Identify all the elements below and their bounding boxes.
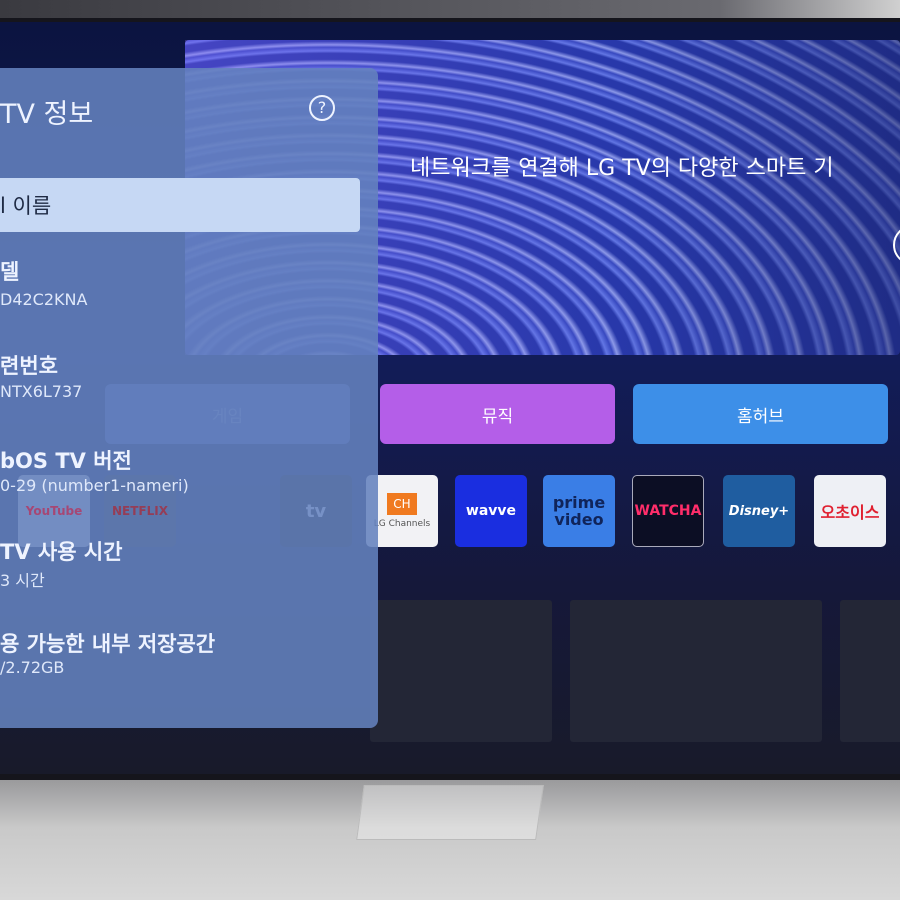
tv-info-panel: TV 정보 ? l 이름 델 D42C2KNA 련번호 NTX6L737 bOS… (0, 68, 378, 728)
youtube-label: YouTube (25, 504, 83, 518)
question-circle-icon[interactable]: ? (309, 95, 335, 121)
model-value: D42C2KNA (0, 290, 88, 309)
category-music[interactable]: 뮤직 (380, 384, 615, 444)
content-card[interactable] (370, 600, 552, 742)
app-prime-video[interactable]: prime video (543, 475, 615, 547)
panel-title: TV 정보 (0, 99, 94, 130)
serial-value: NTX6L737 (0, 382, 83, 401)
storage-label: 용 가능한 내부 저장공간 (0, 632, 216, 656)
netflix-label: NETFLIX (112, 504, 168, 518)
webos-version-value: 0-29 (number1-nameri) (0, 476, 189, 495)
app-watcha[interactable]: WATCHA (632, 475, 704, 547)
app-wavve[interactable]: wavve (455, 475, 527, 547)
tv-name-item[interactable]: l 이름 (0, 178, 360, 232)
content-card[interactable] (570, 600, 822, 742)
app-ochoice[interactable]: 오초이스 (814, 475, 886, 547)
content-card[interactable] (840, 600, 900, 742)
model-label: 델 (0, 260, 20, 284)
usage-time-value: 3 시간 (0, 571, 45, 590)
tv-stand (356, 785, 544, 840)
webos-version-label: bOS TV 버전 (0, 449, 132, 473)
app-label: LG Channels (373, 519, 431, 529)
app-disney-plus[interactable]: Disney+ (723, 475, 795, 547)
serial-label: 련번호 (0, 354, 58, 378)
storage-value: /2.72GB (0, 658, 65, 677)
wall (0, 0, 900, 20)
hero-text: 네트워크를 연결해 LG TV의 다양한 스마트 기 (410, 156, 834, 181)
lg-channels-icon: CH (387, 493, 417, 515)
hero-button[interactable] (893, 225, 900, 265)
category-home-hub[interactable]: 홈허브 (633, 384, 888, 444)
usage-time-label: TV 사용 시간 (0, 540, 123, 564)
